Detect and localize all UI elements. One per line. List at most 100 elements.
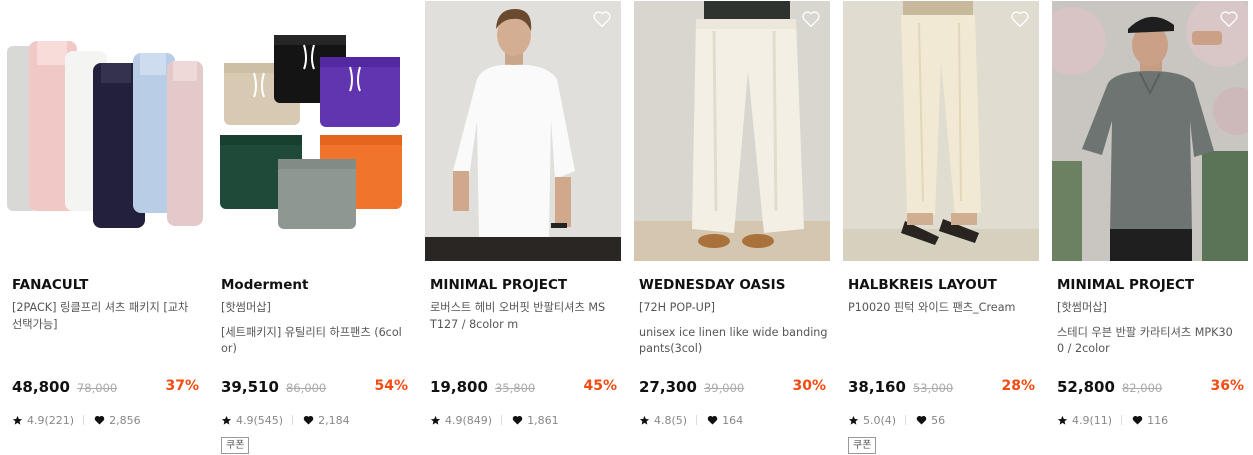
- heart-outline-icon[interactable]: [592, 10, 612, 28]
- rating: 4.9(545): [236, 413, 284, 427]
- star-icon: [430, 415, 441, 425]
- title-line: [세트패키지] 유틸리티 하프팬츠 (6col: [221, 325, 402, 339]
- product-image[interactable]: [843, 1, 1039, 261]
- brand-name[interactable]: WEDNESDAY OASIS: [639, 277, 785, 293]
- discount-rate: 36%: [1210, 378, 1244, 394]
- product-meta: 4.9(545) 2,184: [221, 412, 350, 428]
- product-card[interactable]: HALBKREIS LAYOUT P10020 핀턱 와이드 팬츠_Cream …: [843, 0, 1039, 455]
- discount-rate: 28%: [1001, 378, 1035, 394]
- product-image[interactable]: [7, 1, 203, 261]
- product-image[interactable]: [1052, 1, 1248, 261]
- divider: [1121, 415, 1123, 425]
- product-title[interactable]: P10020 핀턱 와이드 팬츠_Cream: [848, 300, 1038, 317]
- heart-filled-icon: [94, 415, 105, 425]
- like-count: 2,184: [318, 413, 350, 427]
- title-line: [핫썸머삽]: [1057, 301, 1107, 314]
- title-line: 0 / 2color: [1057, 342, 1110, 355]
- product-meta: 4.9(221) 2,856: [12, 412, 141, 428]
- heart-filled-icon: [707, 415, 718, 425]
- product-card[interactable]: WEDNESDAY OASIS [72H POP-UP] unisex ice …: [634, 0, 830, 455]
- product-card[interactable]: FANACULT [2PACK] 링클프리 셔츠 패키지 [교차 선택가능] 4…: [7, 0, 203, 455]
- product-meta: 4.8(5) 164: [639, 412, 743, 428]
- rating: 4.8(5): [654, 413, 688, 427]
- product-card[interactable]: Moderment [핫썸머삽] [세트패키지] 유틸리티 하프팬츠 (6col…: [216, 0, 412, 455]
- title-line: 로버스트 헤비 오버핏 반팔티셔츠 MS: [430, 301, 606, 314]
- star-icon: [1057, 415, 1068, 425]
- title-line: 스테디 우븐 반팔 카라티셔츠 MPK30: [1057, 325, 1233, 339]
- divider: [501, 415, 503, 425]
- discount-rate: 30%: [792, 378, 826, 394]
- heart-filled-icon: [916, 415, 927, 425]
- heart-outline-icon[interactable]: [801, 10, 821, 28]
- product-title[interactable]: [2PACK] 링클프리 셔츠 패키지 [교차 선택가능]: [12, 300, 202, 333]
- price-row: 27,300 39,000 30%: [639, 377, 826, 397]
- heart-filled-icon: [512, 415, 523, 425]
- original-price: 53,000: [912, 381, 954, 395]
- divider: [83, 415, 85, 425]
- like-count: 56: [931, 413, 946, 427]
- product-title[interactable]: [핫썸머삽] 스테디 우븐 반팔 카라티셔츠 MPK30 0 / 2color: [1057, 300, 1247, 358]
- sale-price: 39,510: [221, 378, 279, 396]
- title-line: [72H POP-UP]: [639, 301, 715, 314]
- star-icon: [221, 415, 232, 425]
- discount-rate: 37%: [165, 378, 199, 394]
- like-count: 164: [722, 413, 744, 427]
- price-row: 52,800 82,000 36%: [1057, 377, 1244, 397]
- heart-outline-icon[interactable]: [1010, 10, 1030, 28]
- title-line: [핫썸머삽]: [221, 301, 271, 314]
- heart-filled-icon: [1132, 415, 1143, 425]
- brand-name[interactable]: HALBKREIS LAYOUT: [848, 277, 997, 293]
- sale-price: 27,300: [639, 378, 697, 396]
- heart-outline-icon[interactable]: [1219, 10, 1239, 28]
- title-line: unisex ice linen like wide banding: [639, 325, 828, 339]
- heart-filled-icon: [303, 415, 314, 425]
- divider: [905, 415, 907, 425]
- like-count: 1,861: [527, 413, 559, 427]
- star-icon: [639, 415, 650, 425]
- heart-outline-icon[interactable]: [383, 10, 403, 28]
- rating: 4.9(849): [445, 413, 493, 427]
- like-count: 116: [1147, 413, 1169, 427]
- product-title[interactable]: [72H POP-UP] unisex ice linen like wide …: [639, 300, 829, 358]
- product-title[interactable]: 로버스트 헤비 오버핏 반팔티셔츠 MS T127 / 8color m: [430, 300, 620, 333]
- title-line: T127 / 8color m: [430, 317, 519, 331]
- price-row: 39,510 86,000 54%: [221, 377, 408, 397]
- product-card[interactable]: MINIMAL PROJECT [핫썸머삽] 스테디 우븐 반팔 카라티셔츠 M…: [1052, 0, 1248, 455]
- rating: 4.9(221): [27, 413, 75, 427]
- title-line: or): [221, 342, 237, 355]
- original-price: 78,000: [76, 381, 118, 395]
- product-image[interactable]: [425, 1, 621, 261]
- coupon-badge: 쿠폰: [848, 437, 877, 454]
- coupon-badge: 쿠폰: [221, 437, 250, 454]
- original-price: 82,000: [1121, 381, 1163, 395]
- price-row: 19,800 35,800 45%: [430, 377, 617, 397]
- product-meta: 5.0(4) 56: [848, 412, 945, 428]
- product-card[interactable]: MINIMAL PROJECT 로버스트 헤비 오버핏 반팔티셔츠 MS T12…: [425, 0, 621, 455]
- rating: 4.9(11): [1072, 413, 1113, 427]
- product-image[interactable]: [216, 1, 412, 261]
- discount-rate: 54%: [374, 378, 408, 394]
- brand-name[interactable]: Moderment: [221, 277, 308, 293]
- brand-name[interactable]: MINIMAL PROJECT: [430, 277, 567, 293]
- title-line: 선택가능]: [12, 317, 58, 331]
- title-line: [2PACK] 링클프리 셔츠 패키지 [교차: [12, 301, 189, 314]
- star-icon: [848, 415, 859, 425]
- price-row: 48,800 78,000 37%: [12, 377, 199, 397]
- sale-price: 38,160: [848, 378, 906, 396]
- original-price: 39,000: [703, 381, 745, 395]
- title-line: P10020 핀턱 와이드 팬츠_Cream: [848, 301, 1016, 314]
- brand-name[interactable]: MINIMAL PROJECT: [1057, 277, 1194, 293]
- discount-rate: 45%: [583, 378, 617, 394]
- heart-outline-icon[interactable]: [174, 10, 194, 28]
- divider: [292, 415, 294, 425]
- title-line: pants(3col): [639, 342, 703, 355]
- brand-name[interactable]: FANACULT: [12, 277, 88, 293]
- product-title[interactable]: [핫썸머삽] [세트패키지] 유틸리티 하프팬츠 (6col or): [221, 300, 411, 358]
- like-count: 2,856: [109, 413, 141, 427]
- product-image[interactable]: [634, 1, 830, 261]
- original-price: 35,800: [494, 381, 536, 395]
- product-meta: 4.9(849) 1,861: [430, 412, 559, 428]
- divider: [696, 415, 698, 425]
- rating: 5.0(4): [863, 413, 897, 427]
- star-icon: [12, 415, 23, 425]
